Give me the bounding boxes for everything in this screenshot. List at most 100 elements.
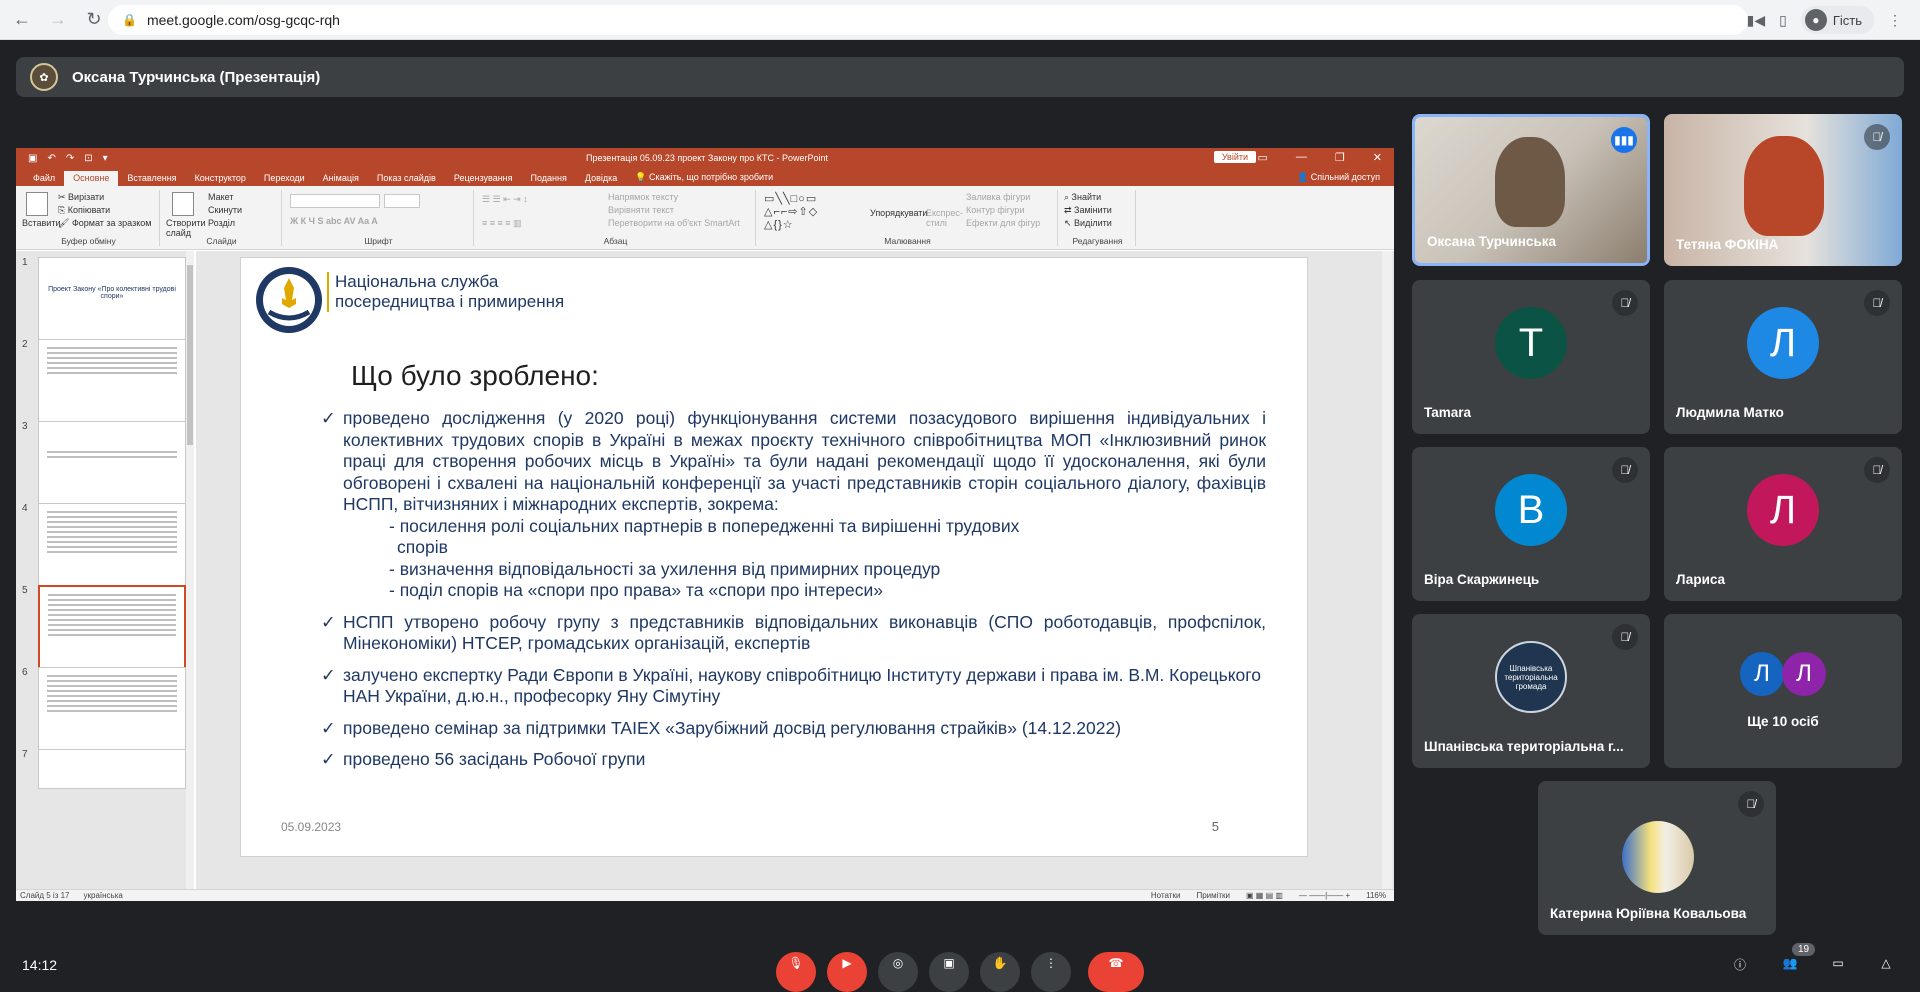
select-button[interactable]: ↖ Виділити	[1064, 218, 1112, 229]
slide-thumbnail-3[interactable]	[38, 421, 186, 505]
view-buttons[interactable]: ▣ ▦ ▤ ▥	[1246, 891, 1283, 900]
section-button[interactable]: Розділ	[208, 218, 235, 228]
participant-tile[interactable]: Л 🎙̸ Лариса	[1664, 447, 1902, 601]
shape-fill-button[interactable]: Заливка фігури	[966, 192, 1030, 202]
participant-tile[interactable]: 🎙̸ Катерина Юріївна Ковальова	[1538, 781, 1776, 935]
info-button[interactable]: ⓘ	[1720, 952, 1760, 992]
slide-scrollbar[interactable]	[1382, 251, 1392, 889]
language-status[interactable]: українська	[84, 891, 123, 900]
participant-tile[interactable]: ▮▮▮ Оксана Турчинська	[1412, 114, 1650, 266]
customize-icon[interactable]: ▾	[103, 153, 108, 164]
layout-button[interactable]: Макет	[208, 192, 233, 202]
maximize-icon[interactable]: ❐	[1335, 151, 1345, 164]
reload-icon[interactable]: ↻	[80, 6, 108, 34]
check-icon: ✓	[321, 749, 336, 769]
participant-tile[interactable]: В 🎙̸ Віра Скаржинець	[1412, 447, 1650, 601]
align-text-button[interactable]: Вирівняти текст	[608, 205, 674, 215]
participant-tile[interactable]: Шпанівська територіальна громада 🎙̸ Шпан…	[1412, 614, 1650, 768]
list-icons[interactable]: ☰ ☰ ⇤ ⇥ ↕	[482, 194, 528, 205]
tab-animations[interactable]: Анімація	[314, 171, 368, 186]
present-button[interactable]: ▣	[929, 952, 969, 992]
thumbnail-scrollbar[interactable]	[186, 251, 194, 889]
paste-button[interactable]: Вставити	[22, 218, 61, 228]
shapes-gallery[interactable]: ▭╲╲□○▭ △⌐⌐⇨⇧◇ △{}☆	[764, 192, 818, 231]
slide-thumbnail-4[interactable]	[38, 503, 186, 587]
tab-help[interactable]: Довідка	[576, 171, 626, 186]
tab-slideshow[interactable]: Показ слайдів	[368, 171, 445, 186]
slide-thumbnail-5[interactable]	[38, 585, 186, 669]
tab-review[interactable]: Рецензування	[445, 171, 522, 186]
current-slide[interactable]: Національна служба посередництва і прими…	[240, 257, 1308, 857]
forward-icon[interactable]: →	[44, 6, 72, 34]
align-icons[interactable]: ≡ ≡ ≡ ≡ ▥	[482, 218, 522, 229]
new-slide-button[interactable]: Створити слайд	[166, 218, 206, 238]
activities-button[interactable]: △	[1866, 952, 1906, 992]
camera-icon[interactable]: ▮◀	[1747, 12, 1765, 29]
replace-button[interactable]: ⇄ Замінити	[1064, 205, 1112, 216]
others-tile[interactable]: Л Л Ще 10 осіб	[1664, 614, 1902, 768]
participant-name: Оксана Турчинська	[1427, 234, 1557, 249]
mic-off-icon: 🎙̸	[1864, 124, 1890, 150]
mic-button[interactable]: 🎙	[776, 952, 816, 992]
bold-icon[interactable]: Ж К Ч S abc AV Aa A	[290, 216, 378, 226]
copy-button[interactable]: ⎘ Копіювати	[58, 205, 110, 216]
paste-icon[interactable]	[26, 192, 48, 216]
ribbon-display-icon[interactable]: ▭	[1258, 151, 1268, 164]
smartart-button[interactable]: Перетворити на об'єкт SmartArt	[608, 218, 740, 228]
zoom-level[interactable]: 116%	[1366, 891, 1386, 900]
quick-styles-button[interactable]: Експрес-стилі	[926, 208, 963, 228]
captions-button[interactable]: ◎	[878, 952, 918, 992]
signin-button[interactable]: Увійти	[1213, 151, 1256, 163]
participant-tile[interactable]: 🎙̸ Тетяна ФОКІНА	[1664, 114, 1902, 266]
more-options-button[interactable]: ⋮	[1031, 952, 1071, 992]
address-bar[interactable]: 🔒 meet.google.com/osg-gcqc-rqh	[108, 5, 1748, 35]
text-direction-button[interactable]: Напрямок тексту	[608, 192, 678, 202]
share-button[interactable]: 👤 Спільний доступ	[1297, 172, 1380, 183]
minimize-icon[interactable]: —	[1296, 151, 1307, 164]
tell-me-box[interactable]: 💡 Скажіть, що потрібно зробити	[626, 170, 782, 186]
save-icon[interactable]: ▣	[28, 153, 37, 164]
slide-thumbnail-7[interactable]	[38, 749, 186, 789]
back-icon[interactable]: ←	[8, 6, 36, 34]
slide-thumbnail-2[interactable]	[38, 339, 186, 423]
slide-thumbnail-1[interactable]: Проект Закону «Про колективні трудові сп…	[38, 257, 186, 341]
tab-file[interactable]: Файл	[24, 171, 64, 186]
cut-button[interactable]: ✂ Вирізати	[58, 192, 104, 203]
slide-thumbnail-6[interactable]	[38, 667, 186, 751]
undo-icon[interactable]: ↶	[47, 153, 55, 164]
raise-hand-button[interactable]: ✋	[980, 952, 1020, 992]
font-size-box[interactable]	[384, 194, 420, 208]
menu-icon[interactable]: ⋮	[1888, 12, 1902, 29]
tab-design[interactable]: Конструктор	[186, 171, 255, 186]
scroll-thumb[interactable]	[187, 265, 193, 445]
tab-transitions[interactable]: Переходи	[255, 171, 314, 186]
reset-button[interactable]: Скинути	[208, 205, 242, 215]
participant-tile[interactable]: T 🎙̸ Tamara	[1412, 280, 1650, 434]
arrange-button[interactable]: Упорядкувати	[870, 208, 927, 218]
close-icon[interactable]: ✕	[1373, 151, 1382, 164]
notes-button[interactable]: Нотатки	[1151, 891, 1181, 900]
tab-home[interactable]: Основне	[64, 171, 119, 186]
new-slide-icon[interactable]	[172, 192, 194, 216]
find-button[interactable]: ⌕ Знайти	[1064, 192, 1101, 203]
comments-button[interactable]: Примітки	[1196, 891, 1230, 900]
participant-name: Шпанівська територіальна г...	[1424, 739, 1624, 754]
leave-call-button[interactable]: ☎	[1088, 952, 1144, 992]
shape-outline-button[interactable]: Контур фігури	[966, 205, 1024, 215]
group-paragraph-label: Абзац	[603, 236, 628, 246]
chat-button[interactable]: ▭	[1818, 952, 1858, 992]
camera-button[interactable]: ▶	[827, 952, 867, 992]
participant-name: Катерина Юріївна Ковальова	[1550, 906, 1747, 921]
profile-button[interactable]: ● Гість	[1800, 6, 1874, 34]
start-icon[interactable]: ⊡	[84, 153, 92, 164]
shape-effects-button[interactable]: Ефекти для фігур	[966, 218, 1040, 228]
tab-insert[interactable]: Вставлення	[118, 171, 185, 186]
tab-view[interactable]: Подання	[522, 171, 576, 186]
people-button[interactable]: 👥	[1770, 952, 1810, 992]
format-painter-button[interactable]: 🖌 Формат за зразком	[58, 218, 151, 229]
participant-tile[interactable]: Л 🎙̸ Людмила Матко	[1664, 280, 1902, 434]
font-name-box[interactable]	[290, 194, 380, 208]
zoom-slider[interactable]: — ——|—— +	[1299, 891, 1350, 900]
sidepanel-icon[interactable]: ▯	[1779, 12, 1787, 29]
redo-icon[interactable]: ↷	[66, 153, 74, 164]
